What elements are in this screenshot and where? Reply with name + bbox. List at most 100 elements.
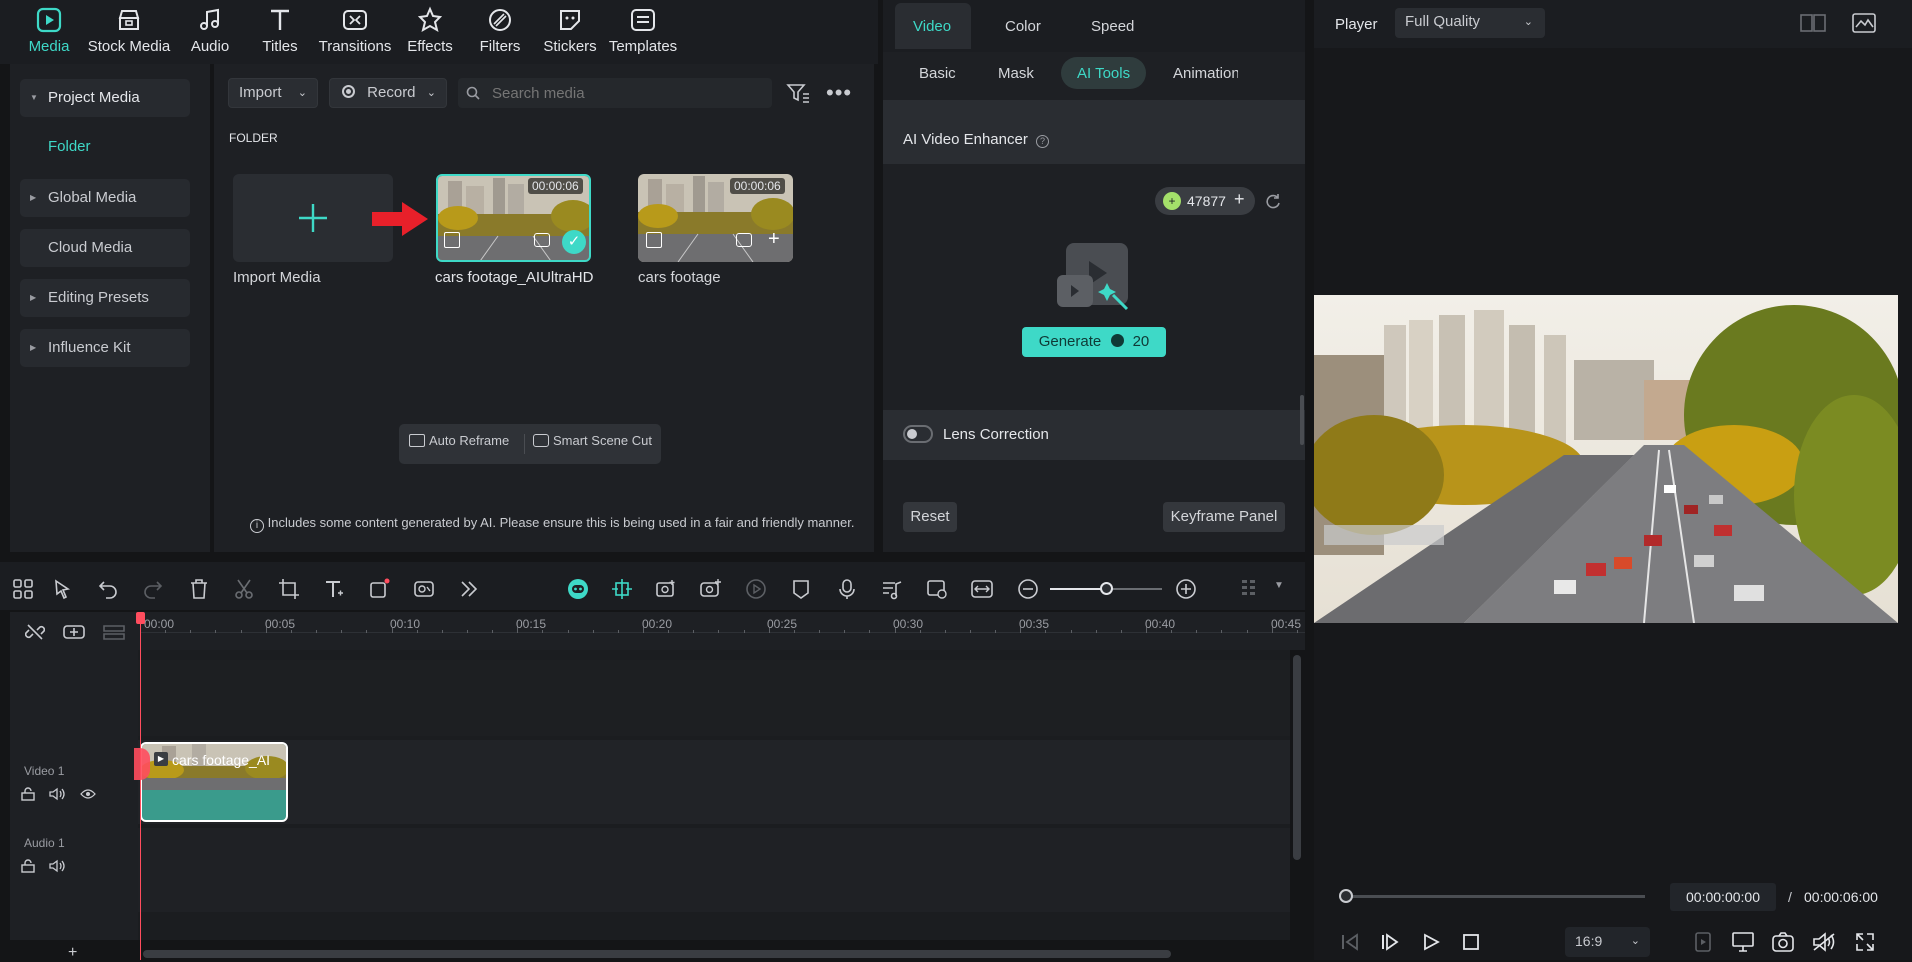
snap-icon[interactable] bbox=[609, 576, 635, 602]
replace-clip-icon[interactable] bbox=[924, 576, 950, 602]
subtab-basic[interactable]: Basic bbox=[919, 65, 956, 82]
ruler-minor-tick bbox=[693, 630, 694, 633]
refresh-icon[interactable] bbox=[1265, 193, 1281, 209]
tab-color[interactable]: Color bbox=[1005, 18, 1041, 35]
filter-sort-icon[interactable] bbox=[786, 82, 810, 104]
search-input[interactable] bbox=[492, 82, 762, 104]
import-media-tile[interactable] bbox=[233, 174, 393, 262]
current-time[interactable]: 00:00:00:00 bbox=[1670, 883, 1776, 911]
timeline-horizontal-scrollbar[interactable] bbox=[143, 950, 1171, 958]
timeline-ruler[interactable] bbox=[138, 612, 1305, 650]
crop-icon[interactable] bbox=[276, 576, 302, 602]
more-tools-icon[interactable] bbox=[456, 576, 482, 602]
speaker-icon[interactable] bbox=[49, 859, 65, 873]
split-icon[interactable] bbox=[231, 576, 257, 602]
lock-icon[interactable] bbox=[21, 859, 35, 873]
music-edit-icon[interactable] bbox=[879, 576, 905, 602]
zoom-in-icon[interactable] bbox=[1173, 576, 1199, 602]
compare-view-icon[interactable] bbox=[1800, 14, 1826, 32]
toolbar-templates[interactable]: Templates bbox=[598, 6, 688, 55]
speed-ramp-icon[interactable] bbox=[743, 576, 769, 602]
snapshot-icon[interactable] bbox=[1772, 932, 1794, 952]
grid-view-dropdown-icon[interactable]: ▼ bbox=[1274, 580, 1284, 591]
playhead-line[interactable] bbox=[140, 614, 141, 960]
stop-icon[interactable] bbox=[1462, 933, 1480, 951]
audio-mute-icon[interactable] bbox=[1812, 932, 1836, 952]
zoom-slider-filled bbox=[1050, 588, 1106, 590]
auto-reframe-button[interactable]: Auto Reframe bbox=[409, 433, 509, 448]
sidebar-item-project-media[interactable]: ▼ Project Media bbox=[20, 79, 190, 117]
speaker-icon[interactable] bbox=[49, 787, 65, 801]
shape-mask-icon[interactable] bbox=[366, 576, 392, 602]
import-dropdown[interactable]: Import ⌄ bbox=[228, 78, 318, 108]
generate-button[interactable]: Generate 20 bbox=[1022, 327, 1166, 357]
film-icon bbox=[444, 232, 460, 248]
zoom-out-icon[interactable] bbox=[1015, 576, 1041, 602]
ai-enhance-tool-icon[interactable] bbox=[698, 576, 724, 602]
zoom-slider-handle[interactable] bbox=[1100, 582, 1113, 595]
eye-icon[interactable] bbox=[80, 788, 96, 800]
add-track-bottom-button[interactable]: + bbox=[68, 944, 77, 962]
next-frame-icon[interactable] bbox=[1380, 933, 1400, 951]
add-credits-icon[interactable]: + bbox=[1234, 189, 1245, 210]
sidebar-item-editing-presets[interactable]: ▶ Editing Presets bbox=[20, 279, 190, 317]
prev-frame-icon[interactable] bbox=[1340, 933, 1360, 951]
scopes-icon[interactable] bbox=[1852, 13, 1876, 33]
select-tool-icon[interactable] bbox=[50, 576, 76, 602]
playhead-handle[interactable] bbox=[136, 612, 145, 624]
quality-dropdown[interactable]: Full Quality ⌄ bbox=[1395, 8, 1545, 38]
link-off-icon[interactable] bbox=[25, 622, 45, 642]
reset-button[interactable]: Reset bbox=[903, 502, 957, 532]
track-label-audio-1: Audio 1 bbox=[24, 836, 65, 850]
sidebar-item-influence-kit[interactable]: ▶ Influence Kit bbox=[20, 329, 190, 367]
microphone-icon[interactable] bbox=[834, 576, 860, 602]
grid-view-icon[interactable] bbox=[1236, 576, 1262, 602]
more-options-icon[interactable]: ••• bbox=[826, 80, 852, 106]
auto-ripple-icon[interactable] bbox=[653, 576, 679, 602]
credits-badge[interactable]: + 47877 + bbox=[1155, 187, 1255, 215]
display-icon[interactable] bbox=[1732, 932, 1754, 952]
delete-icon[interactable] bbox=[186, 576, 212, 602]
render-preview-icon[interactable] bbox=[1694, 932, 1712, 952]
stock-media-icon bbox=[118, 10, 140, 30]
sidebar-item-folder[interactable]: Folder bbox=[48, 138, 91, 155]
add-track-icon[interactable] bbox=[63, 622, 85, 642]
add-to-timeline-icon[interactable]: + bbox=[768, 228, 780, 251]
fit-timeline-icon[interactable] bbox=[969, 576, 995, 602]
subtab-ai-tools-label: AI Tools bbox=[1077, 65, 1131, 82]
transitions-icon bbox=[343, 10, 367, 30]
video-preview[interactable] bbox=[1314, 295, 1898, 623]
play-icon[interactable] bbox=[1422, 933, 1440, 951]
player-progress-track[interactable] bbox=[1345, 895, 1645, 898]
ruler-minor-tick bbox=[869, 630, 870, 633]
keyframe-panel-button[interactable]: Keyframe Panel bbox=[1163, 502, 1285, 532]
ruler-minor-tick bbox=[241, 630, 242, 633]
ai-tools-icon[interactable] bbox=[411, 576, 437, 602]
record-dropdown[interactable]: Record ⌄ bbox=[329, 78, 447, 108]
undo-icon[interactable] bbox=[95, 576, 121, 602]
subtab-animation[interactable]: Animation bbox=[1173, 65, 1238, 82]
aspect-ratio-dropdown[interactable]: 16:9 ⌄ bbox=[1565, 927, 1650, 957]
video-clip[interactable]: ▶ cars footage_AI bbox=[140, 742, 288, 822]
fullscreen-icon[interactable] bbox=[1855, 932, 1875, 952]
player-progress-handle[interactable] bbox=[1339, 889, 1353, 903]
track-manager-icon[interactable] bbox=[103, 622, 125, 642]
timeline-vertical-scrollbar[interactable] bbox=[1293, 655, 1301, 860]
search-box[interactable] bbox=[458, 78, 772, 108]
properties-scrollbar[interactable] bbox=[1300, 395, 1304, 445]
subtab-mask[interactable]: Mask bbox=[998, 65, 1034, 82]
ai-copilot-icon[interactable] bbox=[565, 576, 591, 602]
help-icon[interactable]: ? bbox=[1035, 135, 1049, 148]
smart-scene-cut-button[interactable]: Smart Scene Cut bbox=[533, 433, 652, 448]
marker-icon[interactable] bbox=[788, 576, 814, 602]
toolbar-media[interactable]: Media bbox=[4, 6, 94, 55]
sidebar-item-global-media[interactable]: ▶ Global Media bbox=[20, 179, 190, 217]
tab-speed[interactable]: Speed bbox=[1091, 18, 1134, 35]
redo-icon[interactable] bbox=[140, 576, 166, 602]
sidebar-item-cloud-media[interactable]: Cloud Media bbox=[20, 229, 190, 267]
layout-icon[interactable] bbox=[10, 576, 36, 602]
lock-icon[interactable] bbox=[21, 787, 35, 801]
lens-correction-toggle[interactable] bbox=[903, 425, 933, 443]
text-icon[interactable] bbox=[321, 576, 347, 602]
toolbar-stock-media[interactable]: Stock Media bbox=[84, 6, 174, 55]
